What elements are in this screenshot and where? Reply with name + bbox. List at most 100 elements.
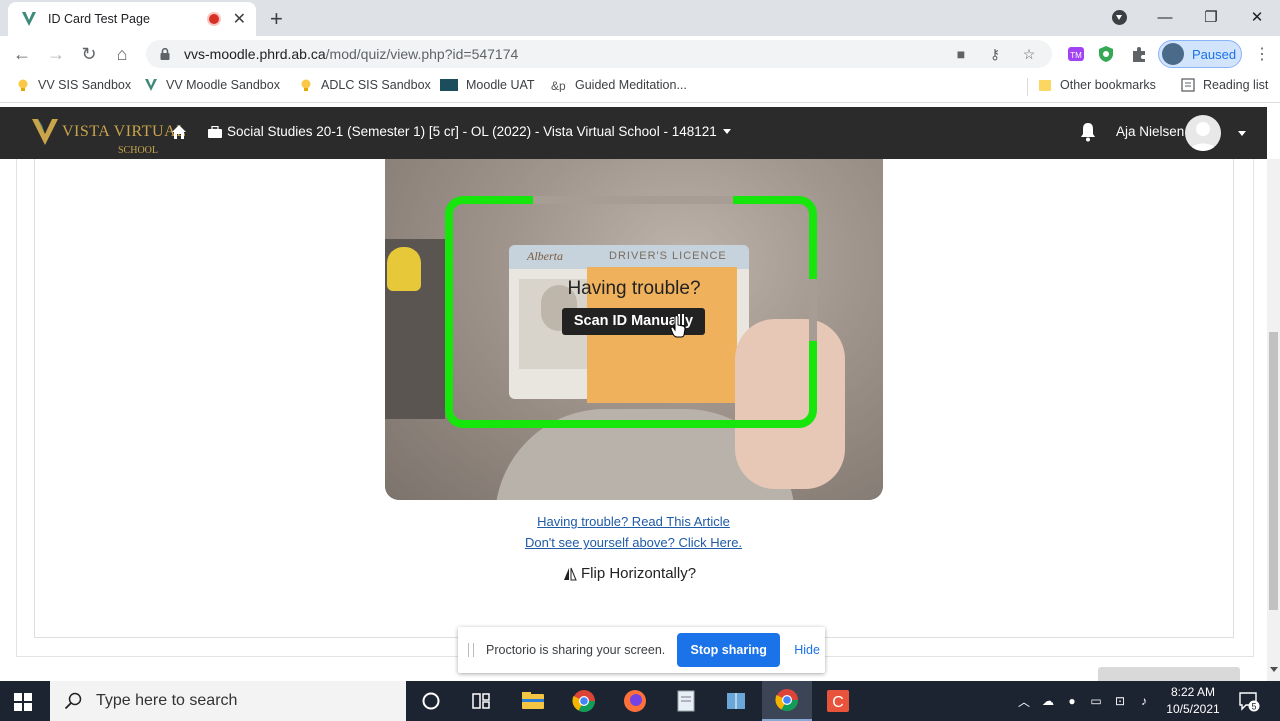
profile-avatar (1162, 43, 1184, 65)
tab-id-card-test[interactable]: ID Card Test Page ✕ (8, 2, 256, 36)
bookmark-divider (1027, 78, 1028, 96)
user-menu-chevron-icon[interactable] (1238, 131, 1246, 136)
bookmark-label: Moodle UAT (466, 78, 535, 92)
click-here-link[interactable]: Don't see yourself above? Click Here. (0, 532, 1267, 553)
svg-text:&p: &p (551, 79, 566, 92)
bookmark-vv-sis-sandbox[interactable]: VV SIS Sandbox (16, 78, 131, 92)
tray-overflow-icon[interactable]: ︿ (1012, 693, 1036, 710)
chevron-down-icon (722, 129, 731, 134)
bookmark-label: Other bookmarks (1060, 78, 1156, 92)
volume-icon[interactable]: ♪ (1132, 694, 1156, 708)
address-bar[interactable]: vvs-moodle.phrd.ab.ca/mod/quiz/view.php?… (146, 40, 1052, 68)
flip-label: Flip Horizontally? (581, 565, 697, 582)
svg-text:TM: TM (1070, 51, 1082, 60)
new-tab-button[interactable]: + (270, 6, 283, 32)
forward-icon[interactable]: → (44, 42, 68, 66)
reading-list-button[interactable]: Reading list (1181, 78, 1268, 92)
app-taskbar-button[interactable] (711, 681, 761, 721)
bookmark-vv-moodle-sandbox[interactable]: VV Moodle Sandbox (144, 78, 280, 92)
bookmark-other-bookmarks[interactable]: Other bookmarks (1038, 78, 1156, 92)
profile-paused-button[interactable]: Paused (1158, 40, 1242, 68)
read-article-link[interactable]: Having trouble? Read This Article (0, 511, 1267, 532)
home-icon[interactable] (171, 124, 187, 140)
taskbar-search-box[interactable]: Type here to search (50, 681, 406, 721)
help-links: Having trouble? Read This Article Don't … (0, 511, 1267, 553)
onedrive-icon[interactable]: ☁ (1036, 694, 1060, 708)
close-window-button[interactable]: ✕ (1234, 8, 1280, 26)
system-tray: ︿ ☁ ● ▭ ⊡ ♪ (1012, 681, 1156, 721)
app-c-icon: C (827, 690, 849, 712)
quiz-navigation-partial[interactable] (1098, 667, 1240, 681)
taskbar-clock[interactable]: 8:22 AM 10/5/2021 (1160, 684, 1226, 718)
webcam-feed: Alberta DRIVER'S LICENCE Having trouble?… (385, 159, 883, 500)
bookmark-guided-meditation[interactable]: &p Guided Meditation... (551, 78, 687, 92)
tab-search-icon[interactable] (1112, 10, 1127, 25)
star-icon[interactable]: ☆ (1018, 46, 1040, 63)
meditation-icon: &p (551, 79, 566, 92)
task-view-button[interactable] (456, 681, 506, 721)
chrome-taskbar-button[interactable] (559, 681, 609, 721)
scroll-down-arrow-icon[interactable] (1270, 667, 1278, 672)
drag-handle-icon[interactable] (468, 643, 474, 657)
browser-toolbar: ← → ↻ ⌂ vvs-moodle.phrd.ab.ca/mod/quiz/v… (0, 36, 1280, 72)
tab-title: ID Card Test Page (48, 12, 150, 26)
notification-bell-icon[interactable] (1079, 122, 1097, 142)
camera-icon[interactable]: ■ (950, 46, 972, 62)
microphone-icon[interactable]: ● (1060, 694, 1084, 708)
url-host: vvs-moodle.phrd.ab.ca (184, 46, 326, 62)
url-path: /mod/quiz/view.php?id=547174 (325, 46, 519, 62)
vista-v-icon (22, 12, 36, 26)
firefox-taskbar-button[interactable] (610, 681, 660, 721)
clock-date: 10/5/2021 (1166, 702, 1220, 716)
chrome-active-taskbar-button[interactable] (762, 681, 812, 721)
action-center-icon[interactable]: 5 (1238, 690, 1260, 712)
clock-time: 8:22 AM (1170, 685, 1216, 699)
home-icon[interactable]: ⌂ (110, 42, 134, 66)
user-avatar[interactable] (1185, 115, 1221, 151)
key-icon[interactable]: ⚷ (984, 46, 1006, 63)
extensions-puzzle-icon[interactable] (1129, 44, 1149, 64)
firefox-icon (624, 690, 646, 712)
lightbulb-icon (18, 79, 28, 91)
file-explorer-button[interactable] (508, 681, 558, 721)
screen-share-bar: Proctorio is sharing your screen. Stop s… (458, 627, 825, 673)
close-tab-icon[interactable]: ✕ (233, 9, 246, 29)
briefcase-icon (208, 125, 222, 138)
bookmark-adlc-sis-sandbox[interactable]: ADLC SIS Sandbox (299, 78, 431, 92)
hide-button[interactable]: Hide (794, 643, 820, 657)
reading-list-icon (1181, 78, 1195, 92)
bookmark-moodle-uat[interactable]: Moodle UAT (440, 78, 535, 92)
shield-icon[interactable] (1096, 44, 1116, 64)
flip-horizontally-toggle[interactable]: Flip Horizontally? (563, 565, 696, 582)
notepad-taskbar-button[interactable] (661, 681, 711, 721)
folder-icon (1039, 80, 1051, 91)
hand-cursor-icon (670, 316, 686, 338)
network-icon[interactable]: ⊡ (1108, 694, 1132, 708)
back-icon[interactable]: ← (10, 42, 34, 66)
canva-taskbar-button[interactable]: C (813, 681, 863, 721)
stop-sharing-button[interactable]: Stop sharing (677, 633, 781, 667)
logo-subtext: SCHOOL (118, 145, 159, 156)
battery-icon[interactable]: ▭ (1084, 694, 1108, 708)
reload-icon[interactable]: ↻ (77, 42, 101, 66)
sharing-message: Proctorio is sharing your screen. (486, 643, 666, 657)
folder-icon (522, 692, 544, 709)
chrome-icon (775, 689, 798, 711)
course-dropdown[interactable]: Social Studies 20-1 (Semester 1) [5 cr] … (208, 124, 731, 139)
minimize-button[interactable]: — (1142, 9, 1188, 26)
bookmarks-bar: VV SIS Sandbox VV Moodle Sandbox ADLC SI… (0, 72, 1280, 103)
bookmark-label: VV Moodle Sandbox (166, 78, 280, 92)
windows-start-icon[interactable] (14, 693, 32, 711)
restore-button[interactable]: ❐ (1188, 8, 1234, 26)
user-name[interactable]: Aja Nielsen (1116, 124, 1184, 139)
browser-menu-icon[interactable]: ⋮ (1254, 44, 1270, 64)
notification-count: 5 (1251, 702, 1256, 712)
search-placeholder: Type here to search (96, 692, 238, 709)
scrollbar-thumb[interactable] (1269, 332, 1278, 610)
proctorio-extension-icon[interactable]: TM (1066, 44, 1086, 64)
cortana-button[interactable] (406, 681, 456, 721)
vista-virtual-logo[interactable]: VISTA VIRTUAL SCHOOL (30, 117, 186, 156)
paused-label: Paused (1192, 46, 1237, 62)
lightbulb-icon (301, 79, 311, 91)
adlc-icon (440, 79, 458, 91)
